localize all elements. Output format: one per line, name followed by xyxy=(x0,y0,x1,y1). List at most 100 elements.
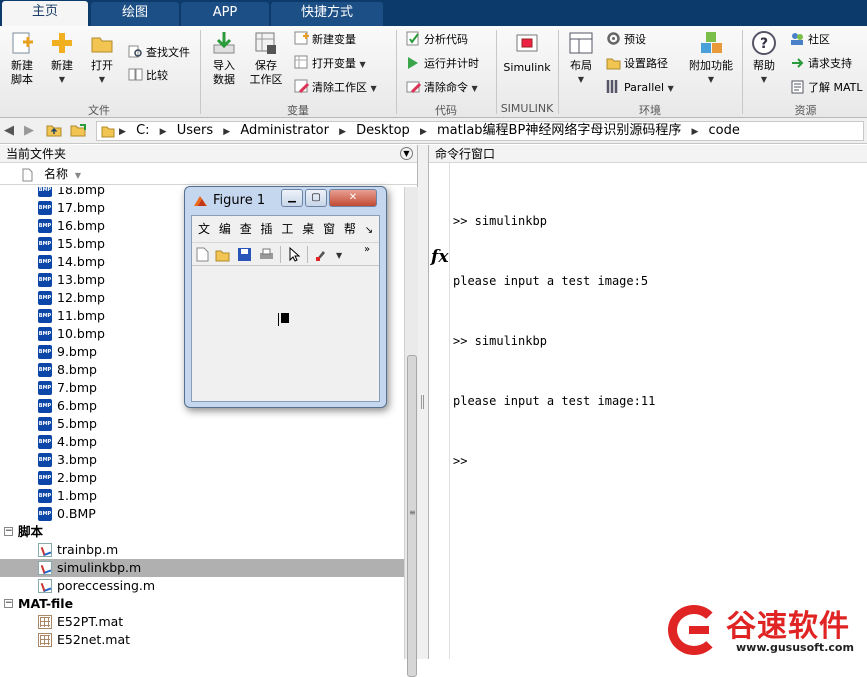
parallel-button[interactable]: Parallel ▼ xyxy=(606,79,674,97)
path-separator-icon: ▶ xyxy=(159,127,167,137)
menu-overflow-icon[interactable]: ↘ xyxy=(365,225,373,236)
path-segment-users[interactable]: Users xyxy=(177,122,213,140)
current-folder-header: 当前文件夹 ▼ xyxy=(0,145,417,163)
grip-icon xyxy=(421,395,424,409)
sort-down-icon: ▼ xyxy=(74,171,81,180)
path-segment-code[interactable]: code xyxy=(709,122,740,140)
new-button[interactable]: 新建 ▼ xyxy=(44,30,80,87)
command-prompt[interactable]: >> xyxy=(453,451,655,471)
browse-folder-icon[interactable] xyxy=(70,123,88,141)
file-list-item[interactable]: BMP 4.bmp xyxy=(0,433,404,451)
open-variable-button[interactable]: 打开变量 ▼ xyxy=(294,55,366,73)
pointer-icon[interactable] xyxy=(287,246,302,262)
path-segment-project[interactable]: matlab编程BP神经网络字母识别源码程序 xyxy=(437,122,681,140)
tab-apps[interactable]: APP xyxy=(181,2,269,26)
file-list-item[interactable]: BMP 2.bmp xyxy=(0,469,404,487)
new-figure-icon[interactable] xyxy=(195,247,210,262)
figure-canvas[interactable] xyxy=(192,268,379,401)
brush-icon[interactable]: ▼ xyxy=(314,247,343,262)
menu-window[interactable]: 窗 xyxy=(323,222,335,236)
file-list-item[interactable]: trainbp.m xyxy=(0,541,404,559)
up-folder-icon[interactable] xyxy=(46,123,62,141)
learn-matlab-button[interactable]: 了解 MATL xyxy=(790,79,863,97)
toolbar-divider xyxy=(307,246,308,263)
preferences-button[interactable]: 预设 xyxy=(606,31,646,49)
file-list-item[interactable]: simulinkbp.m xyxy=(0,559,404,577)
file-list-item[interactable]: BMP 5.bmp xyxy=(0,415,404,433)
clear-workspace-button[interactable]: 清除工作区 ▼ xyxy=(294,79,377,97)
simulink-icon xyxy=(514,30,540,56)
file-list-item[interactable]: BMP 3.bmp xyxy=(0,451,404,469)
menu-insert[interactable]: 插 xyxy=(261,222,273,236)
path-segment-drive[interactable]: C: xyxy=(136,122,149,140)
analyze-code-button[interactable]: 分析代码 xyxy=(406,31,468,49)
function-browser-icon[interactable]: fx xyxy=(431,247,448,267)
file-name: 9.bmp xyxy=(57,344,97,359)
menu-edit[interactable]: 编 xyxy=(219,222,231,236)
section-header-mat[interactable]: − MAT-file xyxy=(0,595,404,613)
path-segment-administrator[interactable]: Administrator xyxy=(240,122,329,140)
tab-home[interactable]: 主页 xyxy=(2,1,88,26)
open-file-icon[interactable] xyxy=(215,247,230,262)
panel-actions-icon[interactable]: ▼ xyxy=(400,147,413,160)
community-button[interactable]: 社区 xyxy=(790,31,830,49)
panel-splitter[interactable] xyxy=(418,145,428,659)
toolbar-overflow-icon[interactable]: » xyxy=(364,244,370,255)
column-header-name[interactable]: 名称 ▼ xyxy=(0,163,417,185)
menu-desktop[interactable]: 桌 xyxy=(302,222,314,236)
ribbon-tab-strip: 主页 绘图 APP 快捷方式 xyxy=(0,0,867,26)
forward-arrow-icon[interactable]: ▶ xyxy=(24,123,34,138)
layout-button[interactable]: 布局 ▼ xyxy=(564,30,598,87)
save-workspace-button[interactable]: 保存 工作区 xyxy=(246,30,286,87)
run-and-time-button[interactable]: 运行并计时 xyxy=(406,55,479,73)
section-header-scripts[interactable]: − 脚本 xyxy=(0,523,404,541)
learn-matlab-icon xyxy=(790,79,805,94)
help-button[interactable]: ? 帮助 ▼ xyxy=(748,30,780,87)
tab-plots[interactable]: 绘图 xyxy=(91,2,179,26)
tab-shortcuts[interactable]: 快捷方式 xyxy=(271,2,383,26)
scrollbar-thumb[interactable]: ≡ xyxy=(407,355,417,677)
menu-help[interactable]: 帮 xyxy=(344,222,356,236)
save-icon[interactable] xyxy=(237,247,252,262)
close-button[interactable]: ✕ xyxy=(329,189,377,207)
new-variable-button[interactable]: 新建变量 xyxy=(294,31,356,49)
file-list-item[interactable]: E52PT.mat xyxy=(0,613,404,631)
import-data-button[interactable]: 导入 数据 xyxy=(206,30,242,87)
file-list-scrollbar[interactable]: ≡ xyxy=(404,187,418,677)
open-button[interactable]: 打开 ▼ xyxy=(84,30,120,87)
file-list-item[interactable]: BMP 1.bmp xyxy=(0,487,404,505)
menu-file[interactable]: 文 xyxy=(198,222,210,236)
clear-commands-button[interactable]: 清除命令 ▼ xyxy=(406,79,478,97)
request-support-button[interactable]: 请求支持 xyxy=(790,55,852,73)
bmp-file-icon: BMP xyxy=(38,219,52,233)
collapse-icon[interactable]: − xyxy=(4,527,13,536)
maximize-button[interactable]: ▢ xyxy=(305,189,327,207)
path-field[interactable]: ▶ C: ▶ Users ▶ Administrator ▶ Desktop ▶… xyxy=(96,121,864,141)
command-window-panel[interactable]: 命令行窗口 fx >> simulinkbp please input a te… xyxy=(428,145,867,659)
command-output[interactable]: >> simulinkbp please input a test image:… xyxy=(453,171,655,511)
file-list-item[interactable]: poreccessing.m xyxy=(0,577,404,595)
compare-icon xyxy=(128,67,143,82)
simulink-button[interactable]: Simulink xyxy=(502,30,552,75)
figure-window[interactable]: Figure 1 ▁ ▢ ✕ 文 编 查 插 工 桌 窗 帮 ↘ ▼ » xyxy=(184,186,387,408)
new-script-icon xyxy=(9,30,35,56)
menu-tools[interactable]: 工 xyxy=(281,222,293,236)
watermark-url: www.gususoft.com xyxy=(736,641,854,654)
new-label: 新建 xyxy=(51,59,73,72)
file-list-item[interactable]: E52net.mat xyxy=(0,631,404,649)
back-arrow-icon[interactable]: ◀ xyxy=(4,123,14,138)
bmp-file-icon: BMP xyxy=(38,489,52,503)
minimize-button[interactable]: ▁ xyxy=(281,189,303,207)
set-path-button[interactable]: 设置路径 xyxy=(606,55,668,73)
file-list-item[interactable]: BMP 0.BMP xyxy=(0,505,404,523)
compare-button[interactable]: 比较 xyxy=(128,67,168,85)
add-ons-button[interactable]: 附加功能 ▼ xyxy=(686,30,736,87)
menu-view[interactable]: 查 xyxy=(240,222,252,236)
ribbon-divider xyxy=(558,30,559,114)
path-segment-desktop[interactable]: Desktop xyxy=(356,122,410,140)
print-icon[interactable] xyxy=(259,247,274,262)
collapse-icon[interactable]: − xyxy=(4,599,13,608)
plus-icon xyxy=(49,30,75,56)
new-script-button[interactable]: 新建 脚本 xyxy=(4,30,40,87)
find-files-button[interactable]: 查找文件 xyxy=(128,44,190,62)
